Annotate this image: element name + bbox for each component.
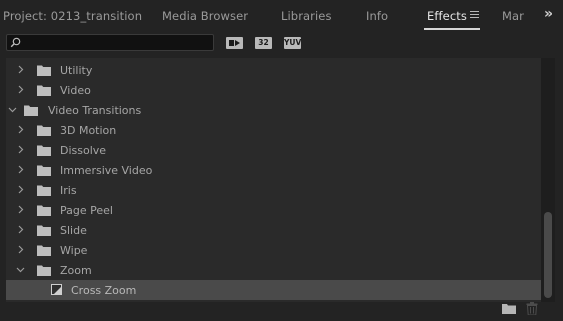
folder-icon: [37, 125, 51, 136]
tab-markers[interactable]: Mar: [502, 9, 524, 23]
32bit-effects-filter-button[interactable]: 32: [255, 37, 272, 49]
tree-item-label: Slide: [60, 224, 87, 237]
tree-item-label: Wipe: [60, 244, 88, 257]
tab-media-browser[interactable]: Media Browser: [162, 9, 248, 23]
tree-item-label: 3D Motion: [60, 124, 117, 137]
folder-icon: [37, 225, 51, 236]
tree-item-label: Page Peel: [60, 204, 113, 217]
chevron-right-icon[interactable]: [16, 165, 25, 174]
folder-icon: [37, 85, 51, 96]
yuv-effects-filter-button[interactable]: YUV: [284, 37, 301, 49]
folder-icon: [37, 165, 51, 176]
folder-icon: [37, 185, 51, 196]
chevron-right-icon[interactable]: [16, 225, 25, 234]
effect-item[interactable]: Cross Zoom: [6, 280, 541, 300]
tab-overflow-icon[interactable]: »: [544, 6, 553, 22]
folder-item[interactable]: Dissolve: [6, 140, 541, 160]
tree-item-label: Video Transitions: [48, 104, 142, 117]
trash-icon[interactable]: [526, 302, 538, 315]
tree-item-label: Utility: [60, 64, 93, 77]
tab-project[interactable]: Project: 0213_transition: [3, 9, 142, 23]
folder-item[interactable]: 3D Motion: [6, 120, 541, 140]
tree-item-label: Cross Zoom: [71, 284, 137, 297]
folder-icon: [37, 265, 51, 276]
active-tab-indicator: [424, 28, 480, 30]
tree-item-label: Immersive Video: [60, 164, 153, 177]
transition-effect-icon: [51, 284, 62, 295]
tree-item-label: Iris: [60, 184, 77, 197]
folder-item[interactable]: Iris: [6, 180, 541, 200]
chevron-right-icon[interactable]: [16, 125, 25, 134]
search-icon: [10, 37, 21, 48]
panel-tab-bar: Project: 0213_transition Media Browser L…: [0, 0, 563, 32]
panel-menu-icon[interactable]: [470, 11, 479, 19]
chevron-right-icon[interactable]: [16, 85, 25, 94]
chevron-right-icon[interactable]: [16, 65, 25, 74]
folder-item[interactable]: Wipe: [6, 240, 541, 260]
chevron-right-icon[interactable]: [16, 185, 25, 194]
folder-icon: [37, 245, 51, 256]
chevron-right-icon[interactable]: [16, 205, 25, 214]
accelerated-effects-filter-button[interactable]: [226, 37, 243, 49]
scrollbar[interactable]: [541, 58, 555, 302]
folder-icon: [37, 205, 51, 216]
folder-item[interactable]: Video: [6, 80, 541, 100]
tab-libraries[interactable]: Libraries: [281, 9, 332, 23]
chevron-down-icon[interactable]: [8, 105, 17, 114]
folder-item[interactable]: Video Transitions: [6, 100, 541, 120]
folder-item[interactable]: Utility: [6, 60, 541, 80]
folder-icon: [37, 65, 51, 76]
search-input[interactable]: [6, 34, 214, 51]
tree-item-label: Dissolve: [60, 144, 107, 157]
chevron-right-icon[interactable]: [16, 245, 25, 254]
effects-tree: Utility Video Video Transitions 3D Motion Di…: [6, 58, 541, 302]
folder-item[interactable]: Zoom: [6, 260, 541, 280]
chevron-right-icon[interactable]: [16, 145, 25, 154]
folder-icon: [24, 105, 38, 116]
scrollbar-thumb[interactable]: [544, 212, 552, 298]
panel-footer: [0, 302, 563, 321]
tab-effects[interactable]: Effects: [427, 9, 467, 23]
folder-icon: [37, 145, 51, 156]
folder-item[interactable]: Slide: [6, 220, 541, 240]
accelerated-effects-icon: [229, 40, 240, 46]
tree-item-label: Video: [60, 84, 91, 97]
tab-info[interactable]: Info: [366, 9, 388, 23]
folder-item[interactable]: Page Peel: [6, 200, 541, 220]
new-bin-icon[interactable]: [502, 303, 516, 314]
chevron-down-icon[interactable]: [16, 265, 25, 274]
folder-item[interactable]: Immersive Video: [6, 160, 541, 180]
tree-item-label: Zoom: [60, 264, 92, 277]
